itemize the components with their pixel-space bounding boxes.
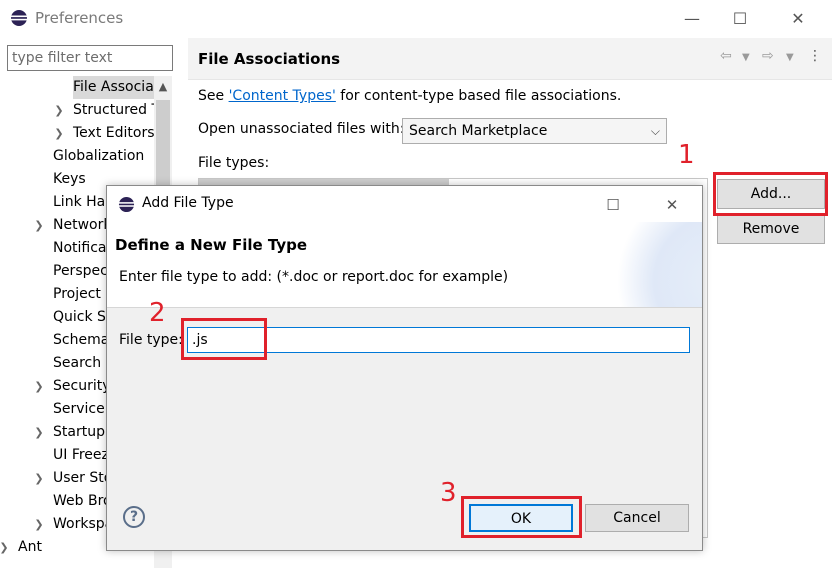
chevron-right-icon[interactable]: ❯ <box>0 536 10 559</box>
tree-item-label: Ant <box>18 539 42 555</box>
dialog-header-title: Define a New File Type <box>115 236 308 254</box>
step-1-callout: 1 <box>678 140 695 170</box>
add-button-highlight <box>713 172 828 216</box>
tree-item-label: Structured T <box>73 102 161 118</box>
dialog-header-message: Enter file type to add: (*.doc or report… <box>119 269 509 285</box>
tree-item-label: File Associati <box>73 76 166 99</box>
tree-item-label: Schema <box>53 332 110 348</box>
back-arrow-icon[interactable]: ⇦ <box>720 48 732 64</box>
dialog-header: Define a New File Type Enter file type t… <box>107 222 702 308</box>
tree-item-label: Quick S <box>53 309 106 325</box>
open-unassociated-value: Search Marketplace <box>409 123 548 139</box>
remove-button[interactable]: Remove <box>717 214 825 244</box>
eclipse-logo-icon <box>11 10 27 26</box>
ok-button-highlight <box>461 496 582 538</box>
chevron-right-icon[interactable]: ❯ <box>53 122 65 145</box>
tree-item-label: Search <box>53 355 102 371</box>
header-banner-graphic <box>612 222 702 307</box>
dialog-maximize-button[interactable]: ☐ <box>593 192 633 218</box>
hint-suffix: for content-type based file associations… <box>335 88 622 104</box>
tree-item-label: Globalization <box>53 148 145 164</box>
content-types-link[interactable]: 'Content Types' <box>229 88 336 104</box>
filter-input[interactable] <box>7 45 173 71</box>
dialog-close-button[interactable]: ✕ <box>652 192 692 218</box>
chevron-right-icon[interactable]: ❯ <box>33 214 45 237</box>
page-title: File Associations <box>198 50 341 68</box>
tree-item-label: Startup <box>53 424 105 440</box>
hint-prefix: See <box>198 88 229 104</box>
view-menu-icon[interactable]: ⋮ <box>808 48 822 64</box>
open-unassociated-label: Open unassociated files with: <box>198 121 405 137</box>
tree-item[interactable]: File Associati <box>0 76 166 99</box>
help-icon[interactable]: ? <box>123 506 145 528</box>
tree-item-label: Network <box>53 217 112 233</box>
tree-item-label: Notifica <box>53 240 107 256</box>
chevron-right-icon[interactable]: ❯ <box>33 375 45 398</box>
tree-item-label: Security <box>53 378 111 394</box>
window-titlebar <box>0 0 840 38</box>
window-title: Preferences <box>35 9 124 27</box>
maximize-button[interactable]: ☐ <box>720 6 760 32</box>
tree-item[interactable]: ❯ Text Editors <box>0 122 154 145</box>
content-types-hint: See 'Content Types' for content-type bas… <box>198 88 621 104</box>
tree-item[interactable]: Globalization <box>0 145 154 168</box>
file-type-label: File type: <box>119 332 183 348</box>
back-menu-chevron-icon[interactable]: ▼ <box>742 52 750 63</box>
cancel-button[interactable]: Cancel <box>585 504 689 532</box>
chevron-right-icon[interactable]: ❯ <box>33 513 45 536</box>
step-3-callout: 3 <box>440 478 457 508</box>
chevron-down-icon: ⌵ <box>650 124 660 138</box>
file-types-label: File types: <box>198 155 270 171</box>
file-type-input-highlight <box>181 318 267 360</box>
chevron-up-icon[interactable]: ▲ <box>156 78 170 96</box>
chevron-right-icon[interactable]: ❯ <box>53 99 65 122</box>
forward-arrow-icon[interactable]: ⇨ <box>762 48 774 64</box>
tree-item-label: Project <box>53 286 101 302</box>
tree-item-label: Web Bro <box>53 493 112 509</box>
minimize-button[interactable]: — <box>672 6 712 32</box>
tree-item-label: UI Freez <box>53 447 109 463</box>
tree-item-label: Keys <box>53 171 86 187</box>
chevron-right-icon[interactable]: ❯ <box>33 467 45 490</box>
tree-item-label: Service <box>53 401 105 417</box>
dialog-title: Add File Type <box>142 195 234 211</box>
eclipse-logo-icon <box>118 196 135 213</box>
tree-item-label: Link Ha <box>53 194 106 210</box>
tree-item[interactable]: ❯ Structured T <box>0 99 160 122</box>
step-2-callout: 2 <box>149 298 166 328</box>
forward-menu-chevron-icon[interactable]: ▼ <box>786 52 794 63</box>
add-file-type-dialog: Add File Type ☐ ✕ Define a New File Type… <box>106 185 703 551</box>
open-unassociated-select[interactable]: Search Marketplace ⌵ <box>402 118 667 144</box>
chevron-right-icon[interactable]: ❯ <box>33 421 45 444</box>
tree-item-label: Text Editors <box>73 125 155 141</box>
close-button[interactable]: ✕ <box>778 6 818 32</box>
